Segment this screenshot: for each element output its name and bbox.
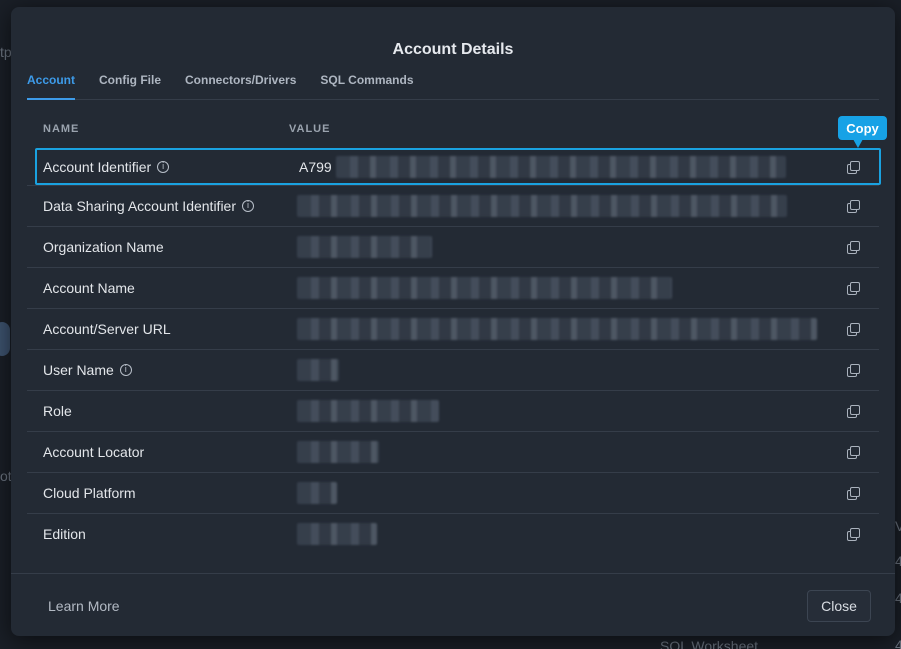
row-label: Organization Name: [43, 238, 164, 255]
row-label: Account/Server URL: [43, 320, 171, 337]
redacted-value: [297, 194, 787, 217]
table-row: Account Name: [27, 267, 879, 308]
table-row: User Name i: [27, 349, 879, 390]
background-text: ot: [0, 468, 12, 484]
tab-sql-commands[interactable]: SQL Commands: [320, 70, 413, 100]
close-button[interactable]: Close: [807, 590, 871, 622]
table-row: Organization Name: [27, 226, 879, 267]
copy-icon[interactable]: [847, 199, 860, 213]
table-row: Data Sharing Account Identifier i: [27, 185, 879, 226]
copy-icon[interactable]: [847, 322, 860, 336]
info-icon[interactable]: i: [157, 160, 170, 173]
tab-connectors-drivers[interactable]: Connectors/Drivers: [185, 70, 296, 100]
row-label: Cloud Platform: [43, 484, 136, 501]
redacted-value: [297, 399, 439, 422]
copy-icon[interactable]: [847, 445, 860, 459]
table-row: Account Locator: [27, 431, 879, 472]
redacted-value: [335, 155, 786, 178]
table-row: Account/Server URL: [27, 308, 879, 349]
row-label: Role: [43, 402, 72, 419]
redacted-value: [297, 440, 379, 463]
copy-icon[interactable]: [847, 486, 860, 500]
copy-icon[interactable]: [847, 404, 860, 418]
redacted-value: [297, 317, 817, 340]
background-text: 4: [895, 590, 901, 606]
copy-icon[interactable]: [847, 363, 860, 377]
tab-account[interactable]: Account: [27, 70, 75, 100]
redacted-value: [297, 522, 377, 545]
row-label: Data Sharing Account Identifier: [43, 197, 237, 214]
learn-more-link[interactable]: Learn More: [48, 598, 120, 614]
row-label: Account Locator: [43, 443, 145, 460]
footer-divider: [11, 573, 895, 574]
redacted-value: [297, 481, 337, 504]
column-header-value: VALUE: [289, 123, 331, 135]
background-text: 4: [895, 553, 901, 569]
background-text: V: [895, 518, 901, 534]
account-details-modal: Account Details Account Config File Conn…: [11, 7, 895, 636]
info-icon[interactable]: i: [119, 363, 132, 376]
row-label: User Name: [43, 361, 114, 378]
copy-icon[interactable]: [847, 527, 860, 541]
column-header-name: NAME: [43, 123, 80, 135]
copy-icon[interactable]: [847, 240, 860, 254]
account-details-table: NAME VALUE Account Identifier i A799 Dat…: [27, 110, 881, 554]
background-text: SQL Worksheet: [660, 638, 759, 649]
table-row: Role: [27, 390, 879, 431]
modal-title: Account Details: [392, 41, 514, 58]
info-icon[interactable]: i: [242, 199, 255, 212]
redacted-value: [297, 235, 432, 258]
tab-bar: Account Config File Connectors/Drivers S…: [27, 70, 879, 100]
redacted-value: [297, 358, 339, 381]
redacted-value: [297, 276, 672, 299]
table-header: NAME VALUE: [27, 110, 879, 148]
background-text: 4: [895, 637, 901, 649]
table-row: Cloud Platform: [27, 472, 879, 513]
background-avatar: [0, 322, 10, 356]
tab-config-file[interactable]: Config File: [99, 70, 161, 100]
row-label: Account Name: [43, 279, 135, 296]
background-text: tp: [0, 44, 12, 60]
copy-icon[interactable]: [847, 281, 860, 295]
row-label: Account Identifier: [43, 158, 152, 175]
table-row: Edition: [27, 513, 879, 554]
copy-icon[interactable]: [847, 160, 860, 174]
copy-tooltip: Copy: [838, 116, 887, 148]
row-value: A799: [299, 158, 332, 175]
table-row: Account Identifier i A799: [35, 148, 881, 185]
row-label: Edition: [43, 525, 86, 542]
